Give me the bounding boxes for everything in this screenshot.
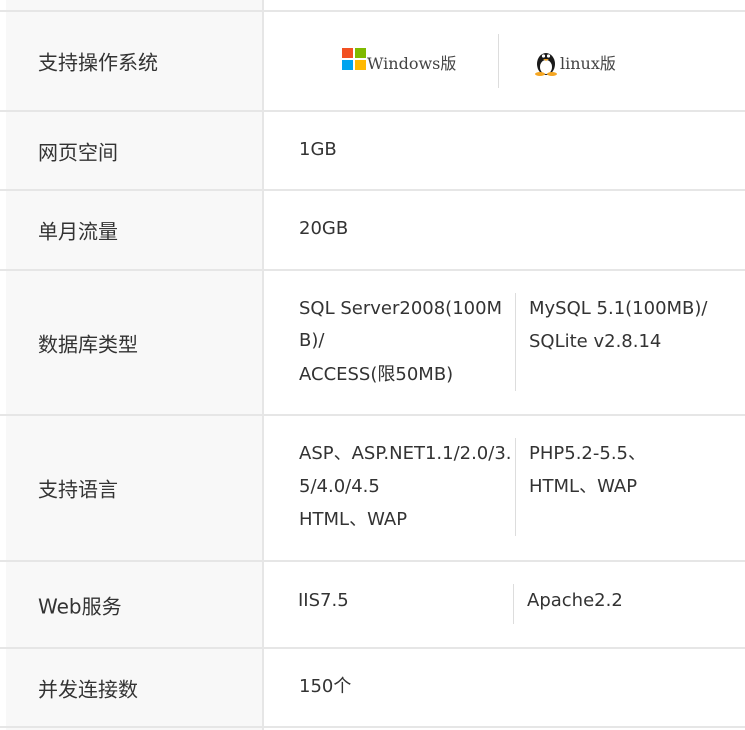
space-label: 网页空间: [38, 140, 118, 164]
label-cell: [6, 0, 264, 10]
column-divider: [498, 34, 499, 88]
web-linux-value: Apache2.2: [527, 590, 623, 611]
label-cell: 并发连接数: [6, 649, 264, 726]
table-row-web-service: Web服务 IIS7.5 Apache2.2: [0, 562, 745, 649]
value-cell: ASP、ASP.NET1.1/2.0/3. 5/4.0/4.5 HTML、WAP…: [264, 416, 745, 560]
database-windows-line: ACCESS(限50MB): [299, 364, 454, 385]
table-row-traffic: 单月流量 20GB: [0, 191, 745, 271]
column-divider: [515, 293, 516, 391]
windows-logo-tile-red: [342, 48, 353, 58]
label-cell: Web服务: [6, 562, 264, 647]
web-service-label: Web服务: [38, 594, 122, 618]
language-label: 支持语言: [38, 477, 118, 502]
traffic-value: 20GB: [299, 218, 349, 239]
space-value: 1GB: [299, 139, 337, 160]
value-cell: [264, 0, 745, 10]
linux-penguin-icon: [535, 53, 557, 76]
language-linux-line: HTML、WAP: [529, 476, 638, 497]
table-row-top-partial: [0, 0, 745, 12]
database-label: 数据库类型: [38, 332, 138, 356]
label-cell: 数据库类型: [6, 271, 264, 414]
connections-value: 150个: [299, 676, 352, 697]
web-windows-value: IIS7.5: [298, 590, 349, 611]
label-cell: 单月流量: [6, 191, 264, 269]
label-cell: 支持操作系统: [6, 12, 264, 110]
linux-version-label: linux版: [560, 54, 616, 73]
windows-logo-tile-green: [355, 48, 366, 58]
hosting-spec-table: 支持操作系统 Windows版 linux版 网页空间 1GB 单月流量 20G…: [0, 0, 745, 730]
value-cell: IIS7.5 Apache2.2: [264, 562, 745, 647]
windows-version-label: Windows版: [367, 54, 457, 73]
database-windows-line: B)/: [299, 330, 325, 351]
column-divider: [513, 584, 514, 624]
database-windows-line: SQL Server2008(100M: [299, 298, 503, 319]
table-row-database: 数据库类型 SQL Server2008(100M B)/ ACCESS(限50…: [0, 271, 745, 416]
traffic-label: 单月流量: [38, 219, 118, 244]
database-linux-line: MySQL 5.1(100MB)/: [529, 298, 708, 319]
connections-label: 并发连接数: [38, 677, 138, 701]
database-linux-line: SQLite v2.8.14: [529, 331, 662, 352]
table-row-connections: 并发连接数 150个: [0, 649, 745, 728]
table-row-language: 支持语言 ASP、ASP.NET1.1/2.0/3. 5/4.0/4.5 HTM…: [0, 416, 745, 562]
os-label: 支持操作系统: [38, 50, 158, 75]
table-row-os: 支持操作系统 Windows版 linux版: [0, 12, 745, 112]
language-windows-line: 5/4.0/4.5: [299, 476, 380, 497]
table-row-space: 网页空间 1GB: [0, 112, 745, 191]
value-cell: 20GB: [264, 191, 745, 269]
value-cell: 1GB: [264, 112, 745, 189]
language-linux-line: PHP5.2-5.5、: [529, 443, 646, 464]
label-cell: 网页空间: [6, 112, 264, 189]
value-cell: 150个: [264, 649, 745, 726]
windows-logo-icon: [342, 48, 368, 72]
language-windows-line: ASP、ASP.NET1.1/2.0/3.: [299, 443, 512, 464]
value-cell: Windows版 linux版: [264, 12, 745, 110]
column-divider: [515, 438, 516, 536]
label-cell: 支持语言: [6, 416, 264, 560]
language-windows-line: HTML、WAP: [299, 509, 408, 530]
windows-logo-tile-blue: [342, 60, 353, 70]
windows-logo-tile-yellow: [355, 60, 366, 70]
value-cell: SQL Server2008(100M B)/ ACCESS(限50MB) My…: [264, 271, 745, 414]
